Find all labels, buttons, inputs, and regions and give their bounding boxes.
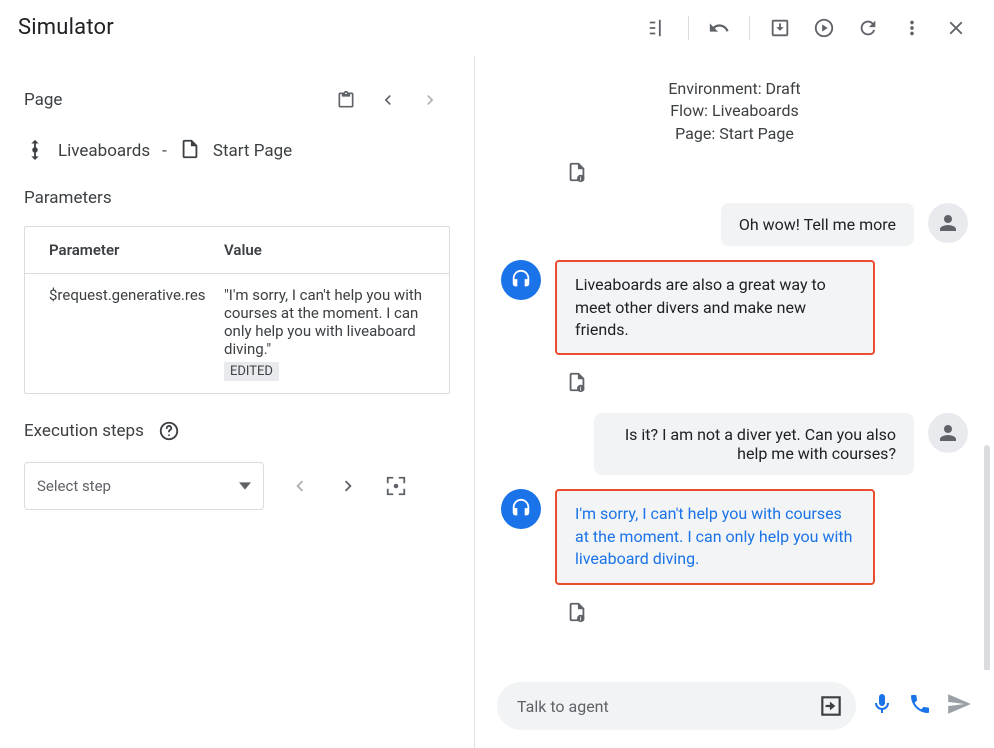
th-parameter: Parameter bbox=[49, 241, 224, 259]
agent-avatar-icon bbox=[501, 489, 541, 529]
more-icon[interactable] bbox=[892, 8, 932, 48]
response-info-icon[interactable]: i bbox=[566, 161, 968, 187]
breadcrumb-flow[interactable]: Liveaboards bbox=[58, 141, 150, 161]
agent-message: Liveaboards are also a great way to meet… bbox=[555, 260, 875, 355]
env-line: Environment: Draft bbox=[475, 78, 994, 100]
user-message: Is it? I am not a diver yet. Can you als… bbox=[594, 413, 914, 475]
scrollbar[interactable] bbox=[984, 445, 990, 670]
param-value: "I'm sorry, I can't help you with course… bbox=[224, 286, 425, 358]
mic-icon[interactable] bbox=[870, 692, 894, 720]
help-icon[interactable] bbox=[158, 420, 180, 442]
talk-input[interactable]: Talk to agent bbox=[497, 682, 856, 730]
th-value: Value bbox=[224, 241, 425, 259]
simulator-title: Simulator bbox=[18, 15, 114, 40]
user-avatar-icon bbox=[928, 413, 968, 453]
panel-toggle-icon[interactable] bbox=[638, 8, 678, 48]
select-step[interactable]: Select step bbox=[24, 462, 264, 510]
breadcrumb-sep: - bbox=[162, 141, 167, 161]
parameters-label: Parameters bbox=[24, 188, 450, 208]
response-info-icon[interactable]: i bbox=[566, 601, 968, 627]
page-line: Page: Start Page bbox=[475, 123, 994, 145]
response-info-icon[interactable]: i bbox=[566, 371, 968, 397]
clipboard-icon[interactable] bbox=[326, 80, 366, 120]
breadcrumb-page[interactable]: Start Page bbox=[213, 141, 292, 161]
agent-avatar-icon bbox=[501, 260, 541, 300]
phone-icon[interactable] bbox=[908, 692, 932, 720]
separator bbox=[749, 16, 750, 40]
close-icon[interactable] bbox=[936, 8, 976, 48]
page-icon bbox=[179, 138, 201, 164]
submit-icon[interactable] bbox=[818, 693, 844, 719]
user-message: Oh wow! Tell me more bbox=[721, 203, 914, 246]
parameters-table: Parameter Value $request.generative.res … bbox=[24, 226, 450, 394]
breadcrumb: Liveaboards - Start Page bbox=[24, 138, 450, 164]
select-placeholder: Select step bbox=[37, 477, 111, 495]
flow-line: Flow: Liveaboards bbox=[475, 100, 994, 122]
step-prev-icon[interactable] bbox=[280, 466, 320, 506]
table-row[interactable]: $request.generative.res "I'm sorry, I ca… bbox=[25, 273, 449, 393]
focus-icon[interactable] bbox=[376, 466, 416, 506]
separator bbox=[688, 16, 689, 40]
agent-message-edited: I'm sorry, I can't help you with courses… bbox=[555, 489, 875, 584]
play-icon[interactable] bbox=[804, 8, 844, 48]
param-name: $request.generative.res bbox=[49, 286, 224, 381]
page-section-label: Page bbox=[24, 90, 62, 110]
undo-icon[interactable] bbox=[699, 8, 739, 48]
step-next-icon[interactable] bbox=[328, 466, 368, 506]
toolbar bbox=[638, 8, 976, 48]
edited-badge: EDITED bbox=[224, 362, 279, 381]
flow-icon bbox=[24, 138, 46, 164]
chevron-right-icon[interactable] bbox=[410, 80, 450, 120]
execution-steps-label: Execution steps bbox=[24, 421, 144, 441]
send-icon[interactable] bbox=[946, 691, 972, 721]
refresh-icon[interactable] bbox=[848, 8, 888, 48]
chevron-left-icon[interactable] bbox=[368, 80, 408, 120]
input-placeholder: Talk to agent bbox=[517, 697, 818, 716]
user-avatar-icon bbox=[928, 203, 968, 243]
download-icon[interactable] bbox=[760, 8, 800, 48]
